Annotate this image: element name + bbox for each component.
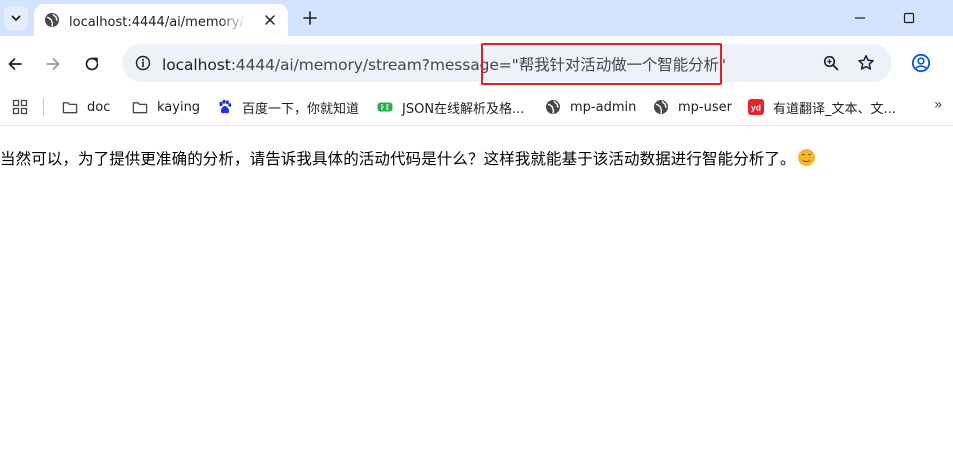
minimize-button[interactable] [848, 6, 872, 30]
bookmark-label: 百度一下，你就知道 [242, 101, 360, 117]
bookmark-star-button[interactable] [855, 52, 877, 74]
bookmark-label: mp-admin [570, 99, 637, 115]
bookmarks-bar: doc kaying 百度一下，你就知道 JSON在线解析及格... mp-ad… [0, 90, 953, 126]
bookmark-doc[interactable]: doc [62, 95, 110, 119]
tab-strip: localhost:4444/ai/memory/stream?message=… [0, 0, 953, 36]
tab-search-button[interactable] [4, 6, 28, 30]
smiling-face-emoji-icon [797, 149, 815, 166]
plus-icon [303, 11, 317, 25]
profile-button[interactable] [908, 50, 934, 76]
active-tab[interactable]: localhost:4444/ai/memory/stream?message=… [34, 4, 288, 36]
tab-close-button[interactable] [262, 12, 278, 28]
maximize-button[interactable] [897, 6, 921, 30]
url-host: localhost [162, 56, 231, 74]
info-icon [135, 55, 151, 71]
globe-icon [545, 99, 561, 115]
zoom-icon [823, 55, 839, 71]
reload-button[interactable] [78, 50, 106, 78]
bookmark-kaying[interactable]: kaying [132, 95, 200, 119]
browser-toolbar: localhost:4444/ai/memory/stream?message=… [0, 36, 953, 90]
response-text: 当然可以，为了提供更准确的分析，请告诉我具体的活动代码是什么？这样我就能基于该活… [0, 147, 815, 169]
reload-icon [85, 57, 99, 71]
new-tab-button[interactable] [298, 6, 322, 30]
bookmark-label: mp-user [678, 99, 732, 115]
bookmark-youdao[interactable]: yd 有道翻译_文本、文... [748, 95, 896, 119]
json-icon [377, 99, 393, 115]
bookmark-baidu[interactable]: 百度一下，你就知道 [217, 95, 359, 119]
zoom-button[interactable] [820, 52, 842, 74]
apps-grid-icon [12, 99, 28, 115]
close-icon [265, 15, 275, 25]
minimize-icon [855, 17, 865, 19]
bookmark-label: doc [87, 99, 111, 115]
globe-icon [45, 13, 59, 27]
forward-button[interactable] [39, 50, 67, 78]
bookmark-json[interactable]: JSON在线解析及格... [377, 95, 524, 119]
address-bar[interactable]: localhost:4444/ai/memory/stream?message=… [122, 44, 892, 82]
arrow-left-icon [8, 58, 22, 70]
globe-icon [653, 99, 669, 115]
profile-icon [911, 53, 931, 73]
response-text-body: 当然可以，为了提供更准确的分析，请告诉我具体的活动代码是什么？这样我就能基于该活… [0, 150, 796, 168]
star-icon [858, 55, 874, 70]
bookmark-label: 有道翻译_文本、文... [773, 101, 896, 117]
arrow-right-icon [46, 58, 60, 70]
bookmarks-overflow-button[interactable]: » [934, 97, 943, 113]
youdao-icon: yd [748, 99, 764, 115]
apps-button[interactable] [10, 97, 30, 117]
url-path: :4444/ai/memory/stream?message="帮我针对活动做一… [230, 56, 726, 74]
maximize-icon [903, 12, 915, 24]
baidu-paw-icon [217, 99, 233, 115]
url-text[interactable]: localhost:4444/ai/memory/stream?message=… [162, 53, 726, 75]
site-info-button[interactable] [132, 52, 154, 74]
folder-icon [132, 99, 148, 115]
bookmark-label: JSON在线解析及格... [402, 101, 525, 117]
tab-title: localhost:4444/ai/memory/stream?message=… [69, 14, 247, 30]
bookmark-mp-admin[interactable]: mp-admin [545, 95, 636, 119]
bookmark-mp-user[interactable]: mp-user [653, 95, 732, 119]
folder-icon [62, 99, 78, 115]
chevron-down-icon [11, 15, 21, 21]
bookmark-label: kaying [157, 99, 201, 115]
back-button[interactable] [1, 50, 29, 78]
bookmarks-separator [43, 98, 44, 116]
svg-text:yd: yd [751, 103, 761, 113]
